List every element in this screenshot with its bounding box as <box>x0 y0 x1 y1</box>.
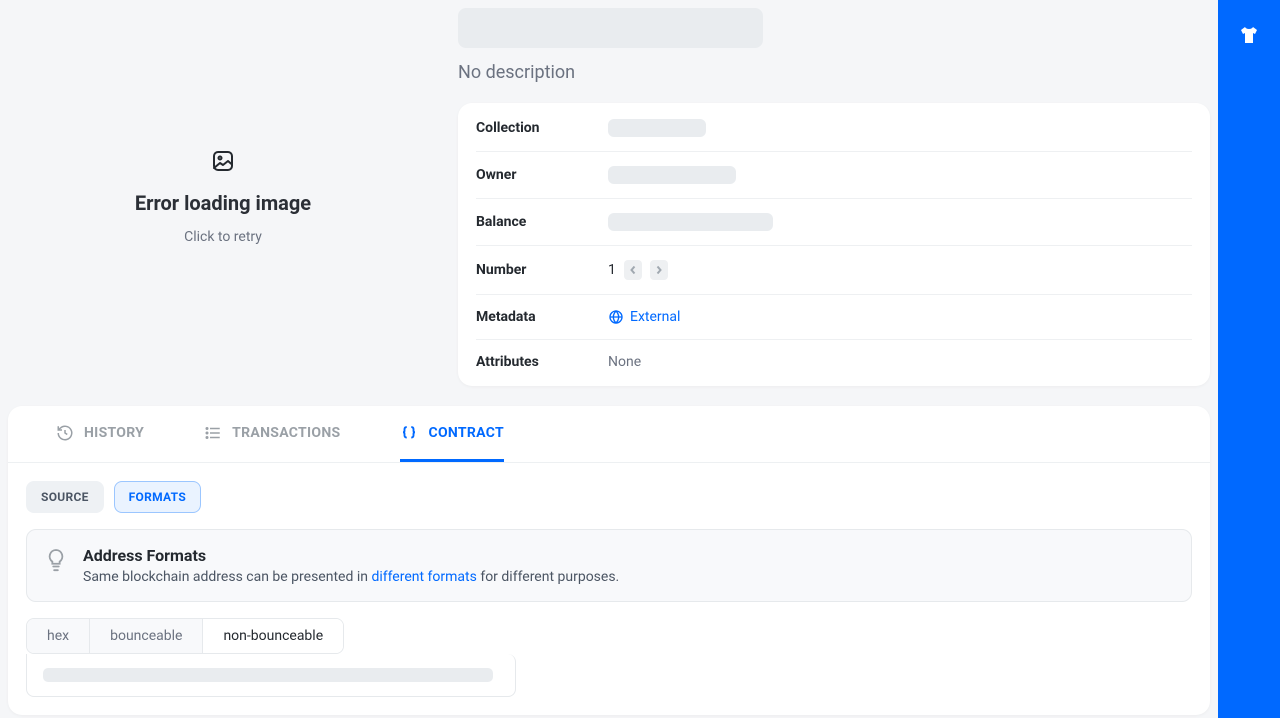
number-next-button[interactable] <box>650 260 668 280</box>
tab-history-label: HISTORY <box>84 425 144 441</box>
address-value-skeleton <box>43 668 493 682</box>
balance-label: Balance <box>476 214 608 230</box>
format-tab-bounceable[interactable]: bounceable <box>90 619 203 653</box>
globe-icon <box>608 309 624 325</box>
notice-body: Same blockchain address can be presented… <box>83 569 619 585</box>
tab-transactions[interactable]: TRANSACTIONS <box>204 406 340 462</box>
image-error-title: Error loading image <box>135 191 311 215</box>
different-formats-link[interactable]: different formats <box>371 569 476 585</box>
subtab-formats[interactable]: FORMATS <box>114 481 201 513</box>
number-prev-button[interactable] <box>624 260 642 280</box>
tab-history[interactable]: HISTORY <box>56 406 144 462</box>
description-text: No description <box>458 62 1210 83</box>
subtab-source[interactable]: SOURCE <box>26 481 104 513</box>
tab-contract-label: CONTRACT <box>428 425 503 441</box>
collection-label: Collection <box>476 120 608 136</box>
right-sidebar <box>1218 0 1280 718</box>
attributes-value: None <box>608 354 641 370</box>
history-icon <box>56 424 74 442</box>
notice-title: Address Formats <box>83 546 619 565</box>
metadata-link-text: External <box>630 309 680 325</box>
balance-value-skeleton <box>608 213 773 231</box>
collection-value-skeleton <box>608 119 706 137</box>
owner-label: Owner <box>476 167 608 183</box>
image-error-icon <box>211 149 235 177</box>
image-error-subtitle: Click to retry <box>184 229 262 245</box>
tab-transactions-label: TRANSACTIONS <box>232 425 340 441</box>
number-value: 1 <box>608 262 616 278</box>
format-tab-hex[interactable]: hex <box>27 619 90 653</box>
attributes-label: Attributes <box>476 354 608 370</box>
format-tab-non-bounceable[interactable]: non-bounceable <box>203 619 343 653</box>
braces-icon <box>400 424 418 442</box>
image-placeholder[interactable]: Error loading image Click to retry <box>8 8 438 386</box>
metadata-label: Metadata <box>476 309 608 325</box>
contract-card: HISTORY TRANSACTIONS CONTRACT <box>8 406 1210 715</box>
owner-value-skeleton <box>608 166 736 184</box>
title-skeleton <box>458 8 763 48</box>
list-icon <box>204 424 222 442</box>
info-card: Collection Owner Balance Number 1 <box>458 103 1210 386</box>
tab-contract[interactable]: CONTRACT <box>400 406 503 462</box>
shirt-icon[interactable] <box>1237 24 1261 52</box>
metadata-external-link[interactable]: External <box>608 309 680 325</box>
address-output-box <box>26 654 516 697</box>
number-label: Number <box>476 262 608 278</box>
address-formats-notice: Address Formats Same blockchain address … <box>26 529 1192 602</box>
lightbulb-icon <box>45 548 67 578</box>
